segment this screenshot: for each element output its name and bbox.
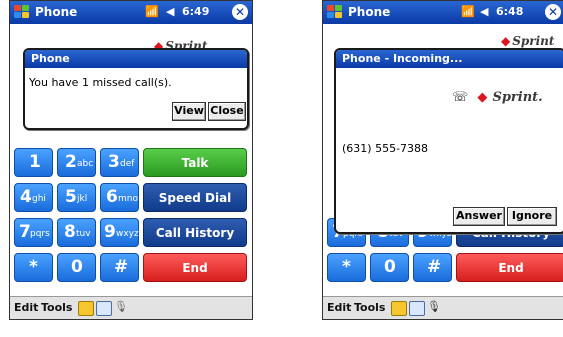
key-9[interactable]: 9wxyz	[100, 218, 139, 247]
speed-dial-button[interactable]: Speed Dial	[143, 183, 247, 212]
menu-tools[interactable]: Tools	[354, 301, 385, 314]
caller-number: (631) 555-7388	[342, 142, 429, 155]
incoming-title: Phone - Incoming...	[342, 52, 463, 65]
signal-icon[interactable]: 📶	[145, 5, 159, 18]
volume-icon[interactable]: ◀	[480, 5, 488, 18]
menu-bar: Edit Tools 🎙	[323, 296, 563, 319]
right-phone-screen: Phone 📶 ◀ 6:48 ✕ ◆Sprint 7pqrs 8tuv 9wxy…	[322, 0, 563, 320]
key-1[interactable]: 1	[14, 148, 53, 177]
close-button[interactable]: Close	[208, 102, 246, 121]
folder-icon[interactable]	[78, 301, 94, 316]
contacts-icon[interactable]	[96, 301, 112, 316]
app-title: Phone	[35, 5, 78, 19]
title-bar: Phone 📶 ◀ 6:48 ✕	[323, 1, 563, 24]
start-menu-icon[interactable]	[326, 4, 344, 21]
close-icon[interactable]: ✕	[232, 4, 248, 20]
start-menu-icon[interactable]	[13, 4, 31, 21]
sprint-diamond-icon: ◆	[477, 90, 488, 105]
signal-icon[interactable]: 📶	[461, 5, 475, 18]
call-history-button[interactable]: Call History	[143, 218, 247, 247]
key-0[interactable]: 0	[57, 253, 96, 282]
menu-edit[interactable]: Edit	[14, 301, 38, 314]
key-6[interactable]: 6 mno	[100, 183, 139, 212]
key-7[interactable]: 7pqrs	[14, 218, 53, 247]
key-pound[interactable]: #	[100, 253, 139, 282]
folder-icon[interactable]	[391, 301, 407, 316]
incoming-header: Phone - Incoming...	[336, 50, 563, 68]
end-button[interactable]: End	[143, 253, 247, 282]
clock-time[interactable]: 6:48	[496, 5, 523, 18]
incoming-call-dialog: Phone - Incoming... ☏ ◆ Sprint. (631) 55…	[334, 48, 563, 234]
key-star[interactable]: *	[327, 253, 366, 282]
missed-call-notification: Phone You have 1 missed call(s). View Cl…	[23, 48, 249, 130]
close-icon[interactable]: ✕	[545, 4, 561, 20]
menu-bar: Edit Tools 🎙	[10, 296, 252, 319]
key-3[interactable]: 3 def	[100, 148, 139, 177]
key-4[interactable]: 4 ghi	[14, 183, 53, 212]
title-bar: Phone 📶 ◀ 6:49 ✕	[10, 1, 252, 24]
phone-handset-icon: ☏	[452, 90, 469, 105]
view-button[interactable]: View	[172, 102, 206, 121]
app-title: Phone	[348, 5, 391, 19]
key-pound[interactable]: #	[413, 253, 452, 282]
sprint-logo-background: ◆ Sprint	[501, 34, 555, 48]
menu-tools[interactable]: Tools	[41, 301, 72, 314]
notification-title: Phone	[31, 52, 70, 65]
microphone-icon[interactable]: 🎙	[427, 300, 441, 313]
key-2[interactable]: 2 abc	[57, 148, 96, 177]
key-star[interactable]: *	[14, 253, 53, 282]
notification-message: You have 1 missed call(s).	[29, 76, 172, 89]
menu-edit[interactable]: Edit	[327, 301, 351, 314]
incoming-brand: ☏ ◆ Sprint.	[452, 86, 543, 105]
key-0[interactable]: 0	[370, 253, 409, 282]
volume-icon[interactable]: ◀	[166, 5, 174, 18]
microphone-off-icon[interactable]: 🎙	[114, 300, 128, 313]
end-button[interactable]: End	[456, 253, 563, 282]
key-5[interactable]: 5 jkl	[57, 183, 96, 212]
answer-button[interactable]: Answer	[453, 207, 505, 226]
brand-text: Sprint.	[492, 90, 543, 105]
contacts-icon[interactable]	[409, 301, 425, 316]
clock-time[interactable]: 6:49	[182, 5, 209, 18]
ignore-button[interactable]: Ignore	[507, 207, 557, 226]
talk-button[interactable]: Talk	[143, 148, 247, 177]
key-8[interactable]: 8tuv	[57, 218, 96, 247]
notification-header: Phone	[25, 50, 247, 68]
left-phone-screen: Phone 📶 ◀ 6:49 ✕ ◆ Sprint Phone You have …	[9, 0, 253, 320]
